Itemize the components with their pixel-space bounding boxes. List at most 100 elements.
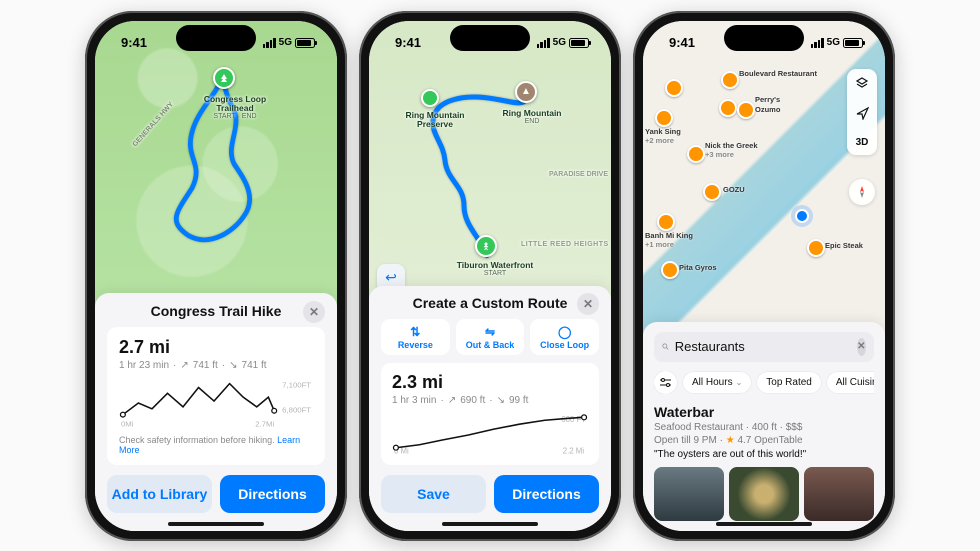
locate-icon <box>856 107 869 120</box>
descent-icon: ↘ <box>497 395 505 406</box>
filter-hours[interactable]: All Hours⌄ <box>683 372 751 393</box>
poi-pin[interactable] <box>661 261 679 279</box>
poi-pin[interactable] <box>657 213 675 231</box>
sheet-title: Create a Custom Route <box>413 295 568 311</box>
user-location <box>795 209 809 223</box>
close-loop-button[interactable]: ◯Close Loop <box>530 319 599 355</box>
poi-label: Nick the Greek+3 more <box>705 141 758 159</box>
mountain-pin[interactable]: ▲ <box>515 81 537 103</box>
locate-button[interactable] <box>856 100 869 130</box>
save-button[interactable]: Save <box>381 475 486 513</box>
poi-pin[interactable] <box>807 239 825 257</box>
svg-text:6,800FT: 6,800FT <box>282 405 311 414</box>
search-input[interactable] <box>675 339 851 354</box>
poi-label: Yank Sing+2 more <box>645 127 695 145</box>
start-pin[interactable] <box>475 235 497 257</box>
filter-row: All Hours⌄ Top Rated All Cuisines⌄ <box>654 371 874 394</box>
status-time: 9:41 <box>121 35 147 50</box>
elevation-chart: 600 FT 0 Mi 2.2 Mi <box>392 412 588 456</box>
search-sheet[interactable]: ✕ All Hours⌄ Top Rated All Cuisines⌄ Wat… <box>643 322 885 531</box>
mode-3d-button[interactable]: 3D <box>856 130 869 155</box>
star-icon: ★ <box>726 435 735 446</box>
poi-pin[interactable] <box>737 101 755 119</box>
filter-cuisine[interactable]: All Cuisines⌄ <box>827 372 874 393</box>
home-indicator[interactable] <box>442 522 538 526</box>
network-label: 5G <box>553 37 566 48</box>
start-label: Tiburon WaterfrontSTART <box>455 261 535 278</box>
photo-thumbnail[interactable] <box>804 467 874 521</box>
close-button[interactable]: ✕ <box>303 301 325 323</box>
result-name: Waterbar <box>654 404 874 420</box>
filter-settings-button[interactable] <box>654 371 677 394</box>
signal-icon <box>811 38 824 48</box>
add-to-library-button[interactable]: Add to Library <box>107 475 212 513</box>
photo-thumbnail[interactable] <box>729 467 799 521</box>
home-indicator[interactable] <box>716 522 812 526</box>
poi-label: Boulevard Restaurant <box>739 69 817 78</box>
outback-icon: ⇋ <box>456 325 525 339</box>
poi-pin[interactable] <box>687 145 705 163</box>
signal-icon <box>537 38 550 48</box>
trail-sheet[interactable]: Congress Trail Hike ✕ 2.7 mi 1 hr 23 min… <box>95 293 337 531</box>
photo-thumbnail[interactable] <box>654 467 724 521</box>
search-field[interactable]: ✕ <box>654 332 874 362</box>
compass-button[interactable] <box>849 179 875 205</box>
poi-pin[interactable] <box>719 99 737 117</box>
trailhead-pin[interactable] <box>213 67 235 89</box>
close-button[interactable]: ✕ <box>577 293 599 315</box>
preserve-label: Ring Mountain Preserve <box>403 111 467 130</box>
status-time: 9:41 <box>669 35 695 50</box>
area-label: PARADISE DRIVE <box>549 171 608 179</box>
layers-icon <box>855 76 869 90</box>
poi-pin[interactable] <box>655 109 673 127</box>
svg-text:2.2 Mi: 2.2 Mi <box>563 446 585 455</box>
battery-icon <box>569 38 589 48</box>
home-indicator[interactable] <box>168 522 264 526</box>
hiker-icon <box>481 241 491 251</box>
map-canvas[interactable]: 3D Boulevard Restaurant Perry's Ozumo Ya… <box>643 21 885 336</box>
network-label: 5G <box>279 37 292 48</box>
safety-note: Check safety information before hiking. … <box>119 435 313 455</box>
poi-label: Banh Mi King+1 more <box>645 231 693 249</box>
area-label: LITTLE REED HEIGHTS <box>521 241 609 249</box>
poi-pin[interactable] <box>665 79 683 97</box>
result-card[interactable]: Waterbar Seafood Restaurant · 400 ft · $… <box>654 404 874 521</box>
clear-search-button[interactable]: ✕ <box>857 338 866 356</box>
dynamic-island <box>450 25 530 51</box>
ascent-icon: ↗ <box>448 395 456 406</box>
poi-pin[interactable] <box>703 183 721 201</box>
svg-text:0Mi: 0Mi <box>121 419 134 428</box>
trail-substats: 1 hr 23 min· ↗741 ft· ↘741 ft <box>119 360 313 371</box>
reverse-icon: ⇅ <box>381 325 450 339</box>
directions-button[interactable]: Directions <box>494 475 599 513</box>
chevron-down-icon: ⌄ <box>736 378 743 387</box>
directions-button[interactable]: Directions <box>220 475 325 513</box>
result-meta-2: Open till 9 PM · ★ 4.7 OpenTable <box>654 435 874 446</box>
layers-button[interactable] <box>855 69 869 100</box>
poi-pin[interactable] <box>721 71 739 89</box>
tree-icon <box>219 73 229 83</box>
reverse-button[interactable]: ⇅Reverse <box>381 319 450 355</box>
filter-top-rated[interactable]: Top Rated <box>757 372 821 393</box>
battery-icon <box>843 38 863 48</box>
phone-congress-trail: 9:41 5G Congress Loop Trailhead START · … <box>85 11 347 541</box>
dynamic-island <box>724 25 804 51</box>
battery-icon <box>295 38 315 48</box>
map-controls: 3D <box>847 69 877 155</box>
sliders-icon <box>659 376 672 389</box>
route-substats: 1 hr 3 min· ↗690 ft· ↘99 ft <box>392 395 588 406</box>
poi-label: Perry's <box>755 95 780 104</box>
preserve-pin[interactable] <box>421 89 439 107</box>
search-icon <box>662 340 669 353</box>
out-and-back-button[interactable]: ⇋Out & Back <box>456 319 525 355</box>
trailhead-label: Congress Loop Trailhead START · END <box>190 95 280 121</box>
poi-label: Ozumo <box>755 105 780 114</box>
route-sheet[interactable]: Create a Custom Route ✕ ⇅Reverse ⇋Out & … <box>369 286 611 531</box>
phone-restaurant-search: 9:41 5G 3D <box>633 11 895 541</box>
ascent-icon: ↗ <box>180 360 188 371</box>
distance-value: 2.7 mi <box>119 337 313 358</box>
sheet-title: Congress Trail Hike <box>151 303 282 319</box>
distance-value: 2.3 mi <box>392 372 588 393</box>
poi-label: GOZU <box>723 185 745 194</box>
mountain-label: Ring MountainEND <box>497 109 567 126</box>
